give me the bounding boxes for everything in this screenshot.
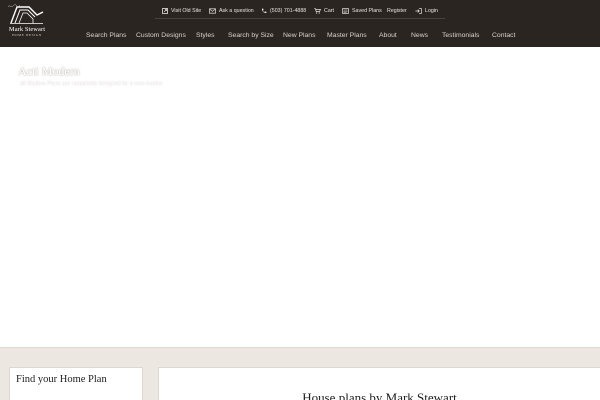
phone-icon bbox=[261, 8, 267, 14]
nav-contact[interactable]: Contact bbox=[492, 32, 515, 39]
nav-testimonials[interactable]: Testimonials bbox=[442, 32, 479, 39]
utility-divider bbox=[155, 18, 445, 19]
content-band: Find your Home Plan House plans by Mark … bbox=[0, 347, 600, 400]
site-header: Mark Stewart HOME DESIGN Visit Old Site … bbox=[0, 0, 600, 47]
nav-search-plans[interactable]: Search Plans bbox=[86, 32, 126, 39]
envelope-icon bbox=[209, 8, 216, 14]
util-label: (503) 701-4888 bbox=[270, 8, 307, 14]
login-icon bbox=[415, 8, 422, 14]
util-saved-plans[interactable]: Saved Plans bbox=[342, 6, 382, 16]
util-label: Visit Old Site bbox=[171, 8, 202, 14]
external-link-icon bbox=[162, 8, 168, 14]
nav-news[interactable]: News bbox=[411, 32, 428, 39]
nav-about[interactable]: About bbox=[379, 32, 397, 39]
util-visit-old-site[interactable]: Visit Old Site bbox=[162, 6, 201, 16]
content-heading: House plans by Mark Stewart bbox=[302, 390, 457, 400]
find-plan-heading: Find your Home Plan bbox=[16, 374, 107, 385]
site-logo[interactable]: Mark Stewart HOME DESIGN bbox=[4, 3, 50, 43]
util-label: Register bbox=[387, 8, 407, 14]
hero-subtitle: All Modern Plans are completely designed… bbox=[20, 81, 163, 87]
util-label: Login bbox=[425, 8, 438, 14]
nav-master-plans[interactable]: Master Plans bbox=[327, 32, 367, 39]
find-plan-panel: Find your Home Plan bbox=[9, 367, 143, 400]
util-login[interactable]: Login bbox=[415, 6, 438, 16]
cart-icon bbox=[314, 8, 321, 14]
util-cart[interactable]: Cart bbox=[314, 6, 334, 16]
nav-styles[interactable]: Styles bbox=[196, 32, 215, 39]
util-ask-question[interactable]: Ask a question bbox=[209, 6, 254, 16]
nav-custom-designs[interactable]: Custom Designs bbox=[136, 32, 186, 39]
logo-subtitle: HOME DESIGN bbox=[12, 33, 42, 37]
util-label: Ask a question bbox=[219, 8, 254, 14]
signature-mark bbox=[7, 4, 21, 9]
util-label: Saved Plans bbox=[352, 8, 382, 14]
util-register[interactable]: Register bbox=[387, 6, 407, 16]
util-label: Cart bbox=[324, 8, 335, 14]
hero-banner: Acti Modern All Modern Plans are complet… bbox=[0, 47, 600, 347]
nav-new-plans[interactable]: New Plans bbox=[283, 32, 316, 39]
nav-search-by-size[interactable]: Search by Size bbox=[228, 32, 274, 39]
util-phone[interactable]: (503) 701-4888 bbox=[261, 6, 306, 16]
logo-wordmark: Mark Stewart bbox=[8, 26, 46, 33]
main-content-panel: House plans by Mark Stewart bbox=[158, 367, 600, 400]
saved-plans-icon bbox=[342, 8, 349, 14]
hero-title: Acti Modern bbox=[18, 64, 80, 78]
